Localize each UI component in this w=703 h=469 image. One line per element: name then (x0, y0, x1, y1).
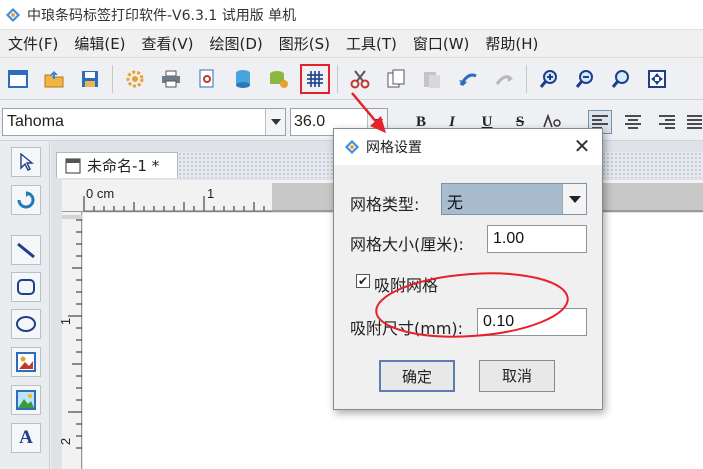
annotation-arrow (351, 92, 379, 125)
annotation-ellipse (375, 272, 569, 338)
annotation-overlay (351, 92, 569, 338)
